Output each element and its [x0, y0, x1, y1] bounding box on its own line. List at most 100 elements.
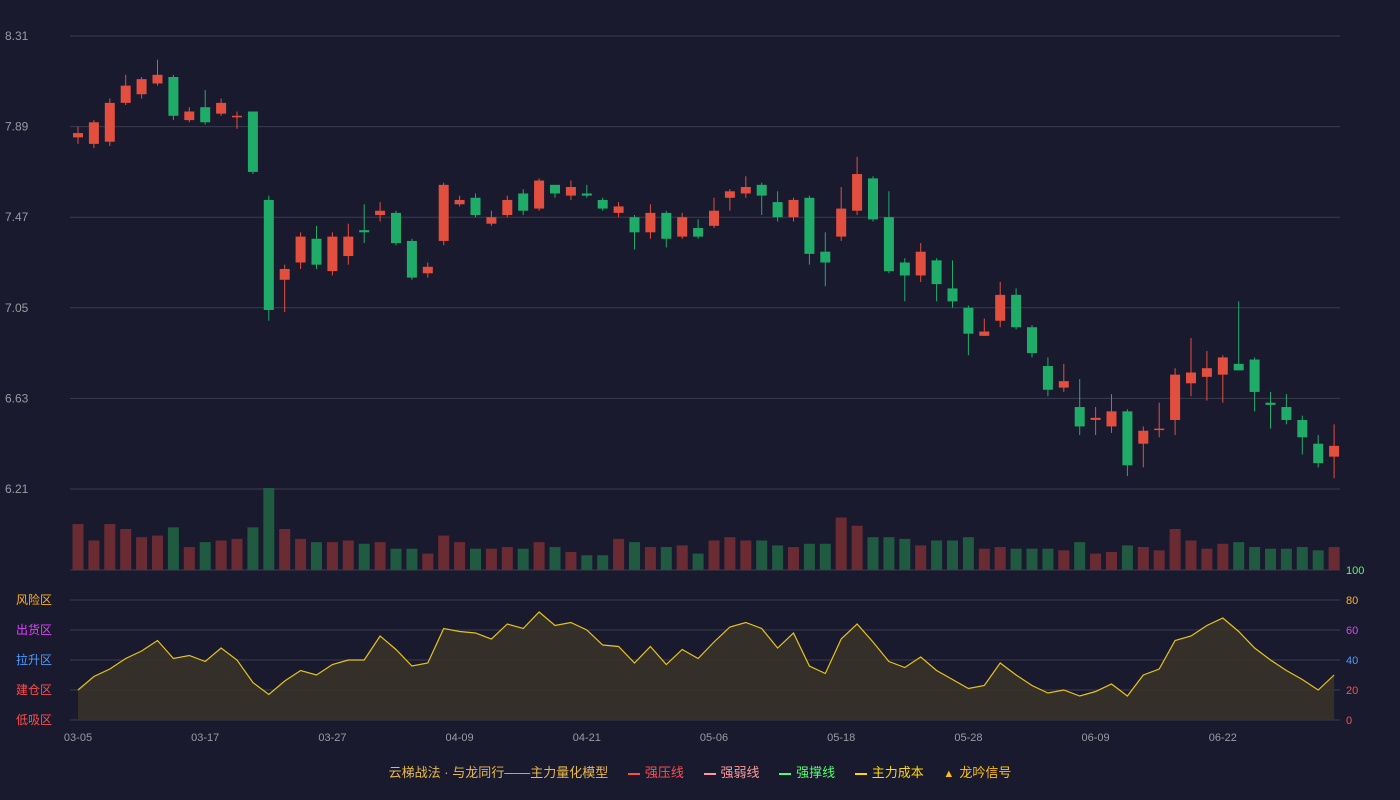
volume-bar[interactable]	[978, 548, 990, 570]
price-tick-label: 7.89	[5, 120, 29, 134]
volume-bar[interactable]	[1265, 548, 1276, 570]
legend-item-strength-line[interactable]: 强弱线	[703, 762, 760, 781]
volume-bar[interactable]	[1153, 550, 1165, 570]
legend-item-main-cost[interactable]: 主力成本	[854, 762, 924, 781]
volume-bar[interactable]	[692, 553, 704, 570]
volume-bar[interactable]	[947, 540, 958, 570]
volume-bar[interactable]	[263, 488, 275, 570]
volume-bar[interactable]	[851, 525, 863, 570]
volume-bar[interactable]	[899, 538, 911, 570]
volume-bar[interactable]	[311, 542, 322, 570]
volume-bar[interactable]	[803, 543, 815, 570]
volume-bar[interactable]	[231, 538, 243, 570]
candle[interactable]	[534, 178, 545, 211]
volume-bar[interactable]	[326, 542, 338, 570]
volume-bar[interactable]	[931, 540, 943, 570]
volume-bar[interactable]	[215, 540, 227, 570]
candle[interactable]	[263, 195, 274, 321]
volume-bar[interactable]	[962, 537, 974, 570]
volume-bar[interactable]	[740, 540, 752, 570]
volume-bar[interactable]	[485, 548, 497, 570]
volume-bar[interactable]	[120, 529, 132, 570]
volume-bar[interactable]	[72, 524, 84, 570]
volume-bar[interactable]	[279, 529, 291, 570]
volume-bar[interactable]	[549, 547, 561, 570]
volume-bar[interactable]	[597, 555, 609, 570]
volume-bar[interactable]	[1058, 550, 1070, 570]
volume-bar[interactable]	[517, 548, 529, 570]
volume-bar[interactable]	[1090, 553, 1102, 570]
volume-bar[interactable]	[136, 537, 148, 570]
candle[interactable]	[168, 74, 179, 121]
volume-bar[interactable]	[660, 547, 672, 570]
volume-bar[interactable]	[1185, 540, 1197, 570]
volume-bar[interactable]	[756, 540, 768, 570]
candle-body	[343, 236, 354, 257]
volume-bar[interactable]	[1201, 548, 1213, 570]
volume-bar[interactable]	[1137, 547, 1149, 570]
volume-bar[interactable]	[470, 548, 481, 570]
volume-bar[interactable]	[867, 537, 879, 570]
volume-bar[interactable]	[613, 538, 625, 570]
volume-bar[interactable]	[374, 542, 386, 570]
volume-bar[interactable]	[1010, 548, 1022, 570]
volume-bar[interactable]	[835, 517, 847, 570]
volume-bar[interactable]	[199, 542, 211, 570]
volume-bar[interactable]	[1217, 543, 1229, 570]
volume-bar[interactable]	[724, 537, 736, 570]
candle-body	[73, 133, 83, 138]
volume-bar[interactable]	[1312, 550, 1324, 570]
volume-bar[interactable]	[819, 543, 831, 570]
candle[interactable]	[1027, 325, 1037, 358]
volume-bar[interactable]	[676, 545, 688, 570]
legend-item-dragon-signal[interactable]: ▲ 龙吟信号	[943, 762, 1011, 781]
volume-bar[interactable]	[104, 524, 116, 570]
candle[interactable]	[406, 238, 417, 280]
volume-bar[interactable]	[422, 553, 434, 570]
candle[interactable]	[327, 232, 338, 276]
volume-bar[interactable]	[501, 547, 513, 570]
volume-bar[interactable]	[1328, 547, 1340, 570]
legend-item-title[interactable]: 云梯战法 · 与龙同行——主力量化模型	[389, 762, 609, 781]
legend-item-strong-support[interactable]: 强撑线	[779, 762, 835, 781]
volume-bar[interactable]	[565, 551, 577, 570]
volume-bar[interactable]	[438, 535, 450, 570]
volume-bar[interactable]	[1026, 548, 1038, 570]
volume-bar[interactable]	[454, 542, 466, 570]
legend-item-strong-resistance[interactable]: 强压线	[627, 762, 684, 781]
volume-bar[interactable]	[88, 540, 100, 570]
volume-bar[interactable]	[167, 527, 179, 570]
volume-bar[interactable]	[1249, 547, 1261, 570]
volume-bar[interactable]	[883, 537, 895, 570]
volume-bar[interactable]	[1042, 548, 1054, 570]
volume-bar[interactable]	[629, 542, 640, 570]
volume-bar[interactable]	[533, 542, 545, 570]
candle[interactable]	[438, 182, 449, 246]
volume-bar[interactable]	[1121, 545, 1133, 570]
volume-bar[interactable]	[342, 540, 354, 570]
candle[interactable]	[247, 111, 258, 175]
volume-bar[interactable]	[1296, 547, 1308, 570]
volume-bar[interactable]	[1280, 548, 1292, 570]
volume-bar[interactable]	[708, 540, 720, 570]
volume-bar[interactable]	[581, 555, 593, 570]
volume-bar[interactable]	[152, 535, 163, 570]
volume-bar[interactable]	[1074, 542, 1086, 570]
candle[interactable]	[104, 98, 115, 147]
candle[interactable]	[391, 210, 401, 246]
volume-bar[interactable]	[772, 545, 784, 570]
volume-bar[interactable]	[915, 545, 927, 570]
volume-bar[interactable]	[1169, 529, 1181, 570]
volume-bar[interactable]	[1106, 551, 1117, 570]
volume-bar[interactable]	[390, 548, 402, 570]
volume-bar[interactable]	[358, 543, 370, 570]
volume-bar[interactable]	[247, 527, 259, 570]
volume-bar[interactable]	[644, 547, 656, 570]
candle[interactable]	[868, 176, 878, 222]
volume-bar[interactable]	[183, 547, 195, 570]
volume-bar[interactable]	[406, 548, 418, 570]
volume-bar[interactable]	[994, 547, 1006, 570]
volume-bar[interactable]	[1233, 542, 1245, 570]
volume-bar[interactable]	[295, 538, 307, 570]
volume-bar[interactable]	[788, 547, 799, 570]
